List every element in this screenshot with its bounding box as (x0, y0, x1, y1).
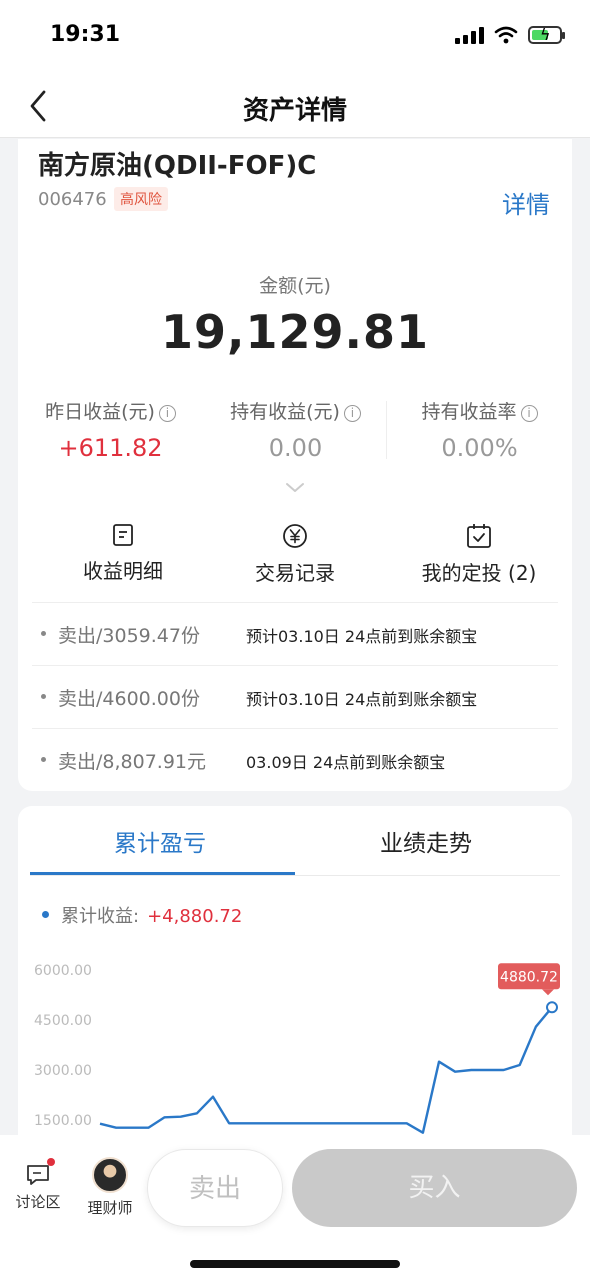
transaction-list: 卖出/3059.47份 预计03.10日 24点前到账余额宝 卖出/4600.0… (32, 602, 558, 791)
calendar-check-icon (467, 524, 491, 548)
series-line (99, 1006, 553, 1134)
stat-holding-rate: 持有收益率 i 0.00% (387, 397, 572, 462)
sell-button[interactable]: 卖出 (147, 1149, 283, 1227)
tooltip-value: 4880.72 (500, 969, 558, 985)
transaction-status: 预计03.10日 24点前到账余额宝 (246, 627, 478, 646)
action-label: 我的定投 (2) (421, 561, 537, 585)
quick-actions: 收益明细 交易记录 我的定投 (2) (18, 523, 572, 593)
fund-detail-link[interactable]: 详情 (502, 185, 550, 220)
stat-value: 0.00% (441, 434, 518, 462)
home-indicator (190, 1260, 400, 1268)
wifi-icon (494, 26, 518, 44)
nav-bar: 资产详情 (0, 72, 590, 138)
y-tick-label: 6000.00 (34, 963, 92, 979)
risk-badge: 高风险 (114, 187, 168, 211)
trade-record-button[interactable]: 交易记录 (240, 523, 350, 586)
asset-card: 南方原油(QDII-FOF)C 006476 高风险 详情 金额(元) 19,1… (18, 139, 572, 791)
notification-badge (47, 1158, 55, 1166)
action-label: 交易记录 (255, 561, 335, 585)
stat-holding-income: 持有收益(元) i 0.00 (203, 397, 388, 462)
legend-value: +4,880.72 (147, 906, 243, 927)
tab-performance-trend[interactable]: 业绩走势 (380, 824, 472, 858)
transaction-row[interactable]: 卖出/8,807.91元 03.09日 24点前到账余额宝 (32, 728, 558, 791)
advisor-label: 理财师 (87, 1199, 133, 1217)
cellular-signal-icon (455, 26, 484, 44)
fund-code: 006476 (38, 189, 107, 210)
my-auto-invest-button[interactable]: 我的定投 (2) (414, 523, 544, 586)
action-label: 收益明细 (83, 559, 163, 583)
bullet-dot (41, 757, 46, 762)
stat-label: 昨日收益(元) (45, 401, 155, 423)
fund-name: 南方原油(QDII-FOF)C (38, 151, 317, 181)
profit-chart-card: 累计盈亏 业绩走势 累计收益: +4,880.72 6000.00 4500.00 3… (18, 806, 572, 1146)
stat-label: 持有收益率 (421, 401, 517, 423)
cumulative-profit-chart: 6000.00 4500.00 3000.00 1500.00 4880.72 (34, 963, 560, 1134)
stat-value: 0.00 (268, 434, 323, 462)
buy-button[interactable]: 买入 (292, 1149, 577, 1227)
transaction-type: 卖出/8,807.91元 (58, 751, 207, 773)
document-icon (113, 524, 133, 546)
stat-yesterday-income: 昨日收益(元) i +611.82 (18, 397, 203, 462)
info-icon[interactable]: i (158, 405, 176, 422)
transaction-row[interactable]: 卖出/4600.00份 预计03.10日 24点前到账余额宝 (32, 665, 558, 728)
page-title: 资产详情 (242, 96, 347, 126)
status-time: 19:31 (50, 22, 121, 47)
y-tick-label: 3000.00 (34, 1063, 92, 1079)
discussion-label: 讨论区 (15, 1193, 61, 1211)
transaction-type: 卖出/3059.47份 (58, 625, 200, 647)
status-icons: ϟ (455, 25, 565, 44)
tooltip-pointer (542, 989, 554, 996)
status-bar: 19:31 ϟ (0, 0, 590, 72)
tab-cumulative-pnl[interactable]: 累计盈亏 (114, 824, 206, 858)
last-point-marker (546, 1001, 558, 1014)
chat-bubble-icon (25, 1158, 55, 1187)
stats-row: 昨日收益(元) i +611.82 持有收益(元) i 0.00 持有收益率 i 0.… (18, 397, 572, 467)
transaction-row[interactable]: 卖出/3059.47份 预计03.10日 24点前到账余额宝 (32, 602, 558, 665)
stat-label: 持有收益(元) (230, 401, 340, 423)
advisor-avatar (92, 1157, 128, 1193)
tab-divider (30, 875, 560, 876)
transaction-type: 卖出/4600.00份 (58, 688, 200, 710)
legend-dot (42, 911, 49, 918)
battery-icon: ϟ (528, 25, 565, 44)
yen-circle-icon (283, 524, 307, 548)
legend-label: 累计收益: (61, 906, 140, 927)
info-icon[interactable]: i (343, 405, 361, 422)
income-detail-button[interactable]: 收益明细 (68, 523, 178, 584)
chart-legend: 累计收益: +4,880.72 (42, 902, 242, 928)
discussion-button[interactable]: 讨论区 (12, 1158, 64, 1212)
y-tick-label: 1500.00 (34, 1113, 92, 1129)
bottom-action-bar: 讨论区 理财师 卖出 买入 (0, 1135, 590, 1280)
chevron-down-icon[interactable] (285, 481, 305, 495)
transaction-status: 预计03.10日 24点前到账余额宝 (246, 690, 478, 709)
bullet-dot (41, 694, 46, 699)
bullet-dot (41, 631, 46, 636)
transaction-status: 03.09日 24点前到账余额宝 (246, 753, 446, 772)
stat-value: +611.82 (58, 434, 163, 462)
amount-label: 金额(元) (259, 275, 331, 297)
advisor-button[interactable]: 理财师 (82, 1157, 138, 1218)
info-icon[interactable]: i (520, 405, 538, 422)
amount-value: 19,129.81 (161, 305, 429, 359)
y-tick-label: 4500.00 (34, 1013, 92, 1029)
